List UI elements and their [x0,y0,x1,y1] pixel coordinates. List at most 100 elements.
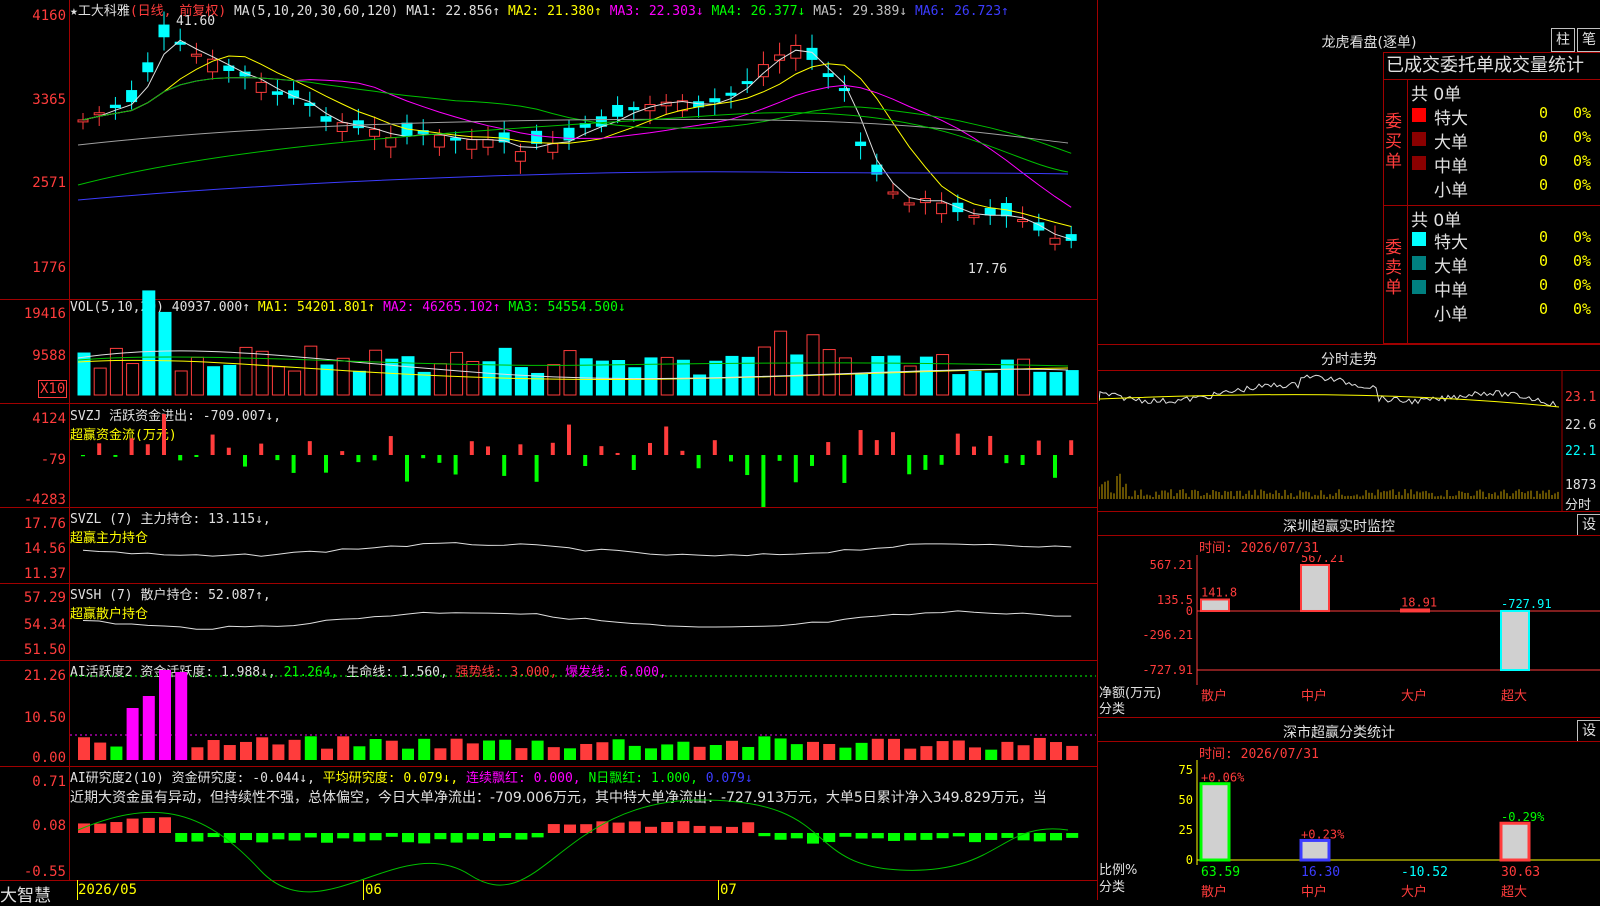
research-bar [758,833,771,837]
activity-bar [547,747,560,760]
bar-value-label: -10.52 [1401,865,1448,880]
activity-bar [159,670,171,760]
activity-bar [369,738,382,760]
research-bar [466,833,479,840]
bar [1500,609,1530,671]
candle [142,62,154,73]
activity-bar [499,739,512,760]
color-swatch [1412,280,1426,294]
candle [822,73,834,78]
research-bar [904,833,917,841]
volume-bar [142,290,156,396]
order-size-label: 小单 [1434,181,1468,201]
category-label: 大户 [1401,688,1427,704]
bar [1499,821,1531,862]
tick-mode-button[interactable]: 笔 [1577,28,1600,52]
activity-bar [110,746,123,760]
right-panel: 龙虎看盘(逐单) 柱 笔 已成交委托单成交量统计 委买单 委卖单 共 0单 共 … [1098,0,1600,900]
ma-line [77,171,1069,201]
candle [887,191,899,195]
activity-bar [466,743,479,760]
activity-bar [223,745,236,760]
kline-panel[interactable]: 4160 3365 2571 1776 19416 9588 X10 4124 … [0,0,1098,906]
intraday-price: 22.6 [1565,418,1597,433]
activity-bar [515,748,528,760]
candle [320,116,332,122]
category-label: 散户 [1201,884,1227,900]
activity-bar [564,748,576,760]
research-bar [402,833,414,843]
volume-bar [93,367,107,396]
activity-bar [661,744,674,760]
volume-bar [628,367,642,396]
candle [482,139,494,148]
activity-bar [418,738,431,760]
bar-mode-button[interactable]: 柱 [1551,28,1575,52]
activity-bar [969,747,981,760]
research-line [77,799,1069,893]
order-count: 0 [1539,276,1549,294]
candle [984,207,996,216]
color-swatch [1412,156,1426,170]
category-label: 中户 [1301,884,1327,900]
order-count: 0 [1539,128,1549,146]
order-pct: 0% [1573,176,1592,194]
activity-bar [78,737,90,760]
bar-value-label: 30.63 [1501,865,1540,880]
volume-bar [1049,372,1063,396]
y-tick-label: 50 [1179,793,1193,807]
intraday-chart[interactable] [1099,371,1600,511]
candle [855,141,867,147]
candle [1017,219,1029,223]
research-bar [240,833,252,841]
volume-bar [838,357,852,396]
candle [466,139,478,150]
stat-frame [1407,79,1408,343]
sz-settings-button[interactable]: 设 [1577,514,1600,536]
volume-bar [1000,359,1014,396]
research-bar [693,825,706,833]
activity-bar [726,740,738,760]
candle [336,122,348,133]
research-bar [483,833,495,841]
class-stat-chart[interactable]: 75 50 25 0 +0.06% 63.59 散户 +0.23% 16.30 中户 -10.52 大… [1099,760,1600,900]
volume-bar [1033,371,1047,396]
candle [968,215,980,219]
order-count: 0 [1539,228,1549,246]
intraday-price: 23.1 [1565,390,1597,405]
research-bar [726,826,738,833]
kline-chart[interactable] [0,0,1098,900]
volume-bar [676,359,690,396]
research-bar [110,822,123,833]
bar-pct-label: -0.29% [1501,810,1545,824]
volume-bar [855,373,869,396]
volume-bar [822,349,836,396]
bar [1300,564,1330,612]
order-size-label: 中单 [1434,281,1468,301]
candle [77,119,89,123]
research-bar [369,833,382,841]
research-bar [985,833,998,840]
bar [1400,608,1430,613]
research-bar [871,833,884,839]
divider [1098,511,1600,512]
sz-monitor-chart[interactable]: 567.21135.50-296.21-727.91141.8散户567.21中… [1099,555,1600,715]
sell-side-label: 委卖单 [1385,238,1402,298]
research-bar [272,833,285,840]
research-bar [661,822,674,833]
research-bar [126,818,139,833]
activity-bar [1017,745,1030,760]
class-settings-button[interactable]: 设 [1577,720,1600,742]
divider [1098,344,1600,345]
volume-bar [450,351,464,396]
bar-value-label: 16.30 [1301,865,1340,880]
category-label: 散户 [1201,688,1227,704]
order-count: 0 [1539,252,1549,270]
activity-bar [337,736,350,760]
research-bar [839,833,852,837]
volume-bar [304,345,318,396]
bar-pct-label: +0.06% [1201,771,1245,785]
volume-bar [919,356,933,396]
bar [1299,838,1331,862]
candle [1049,237,1061,245]
